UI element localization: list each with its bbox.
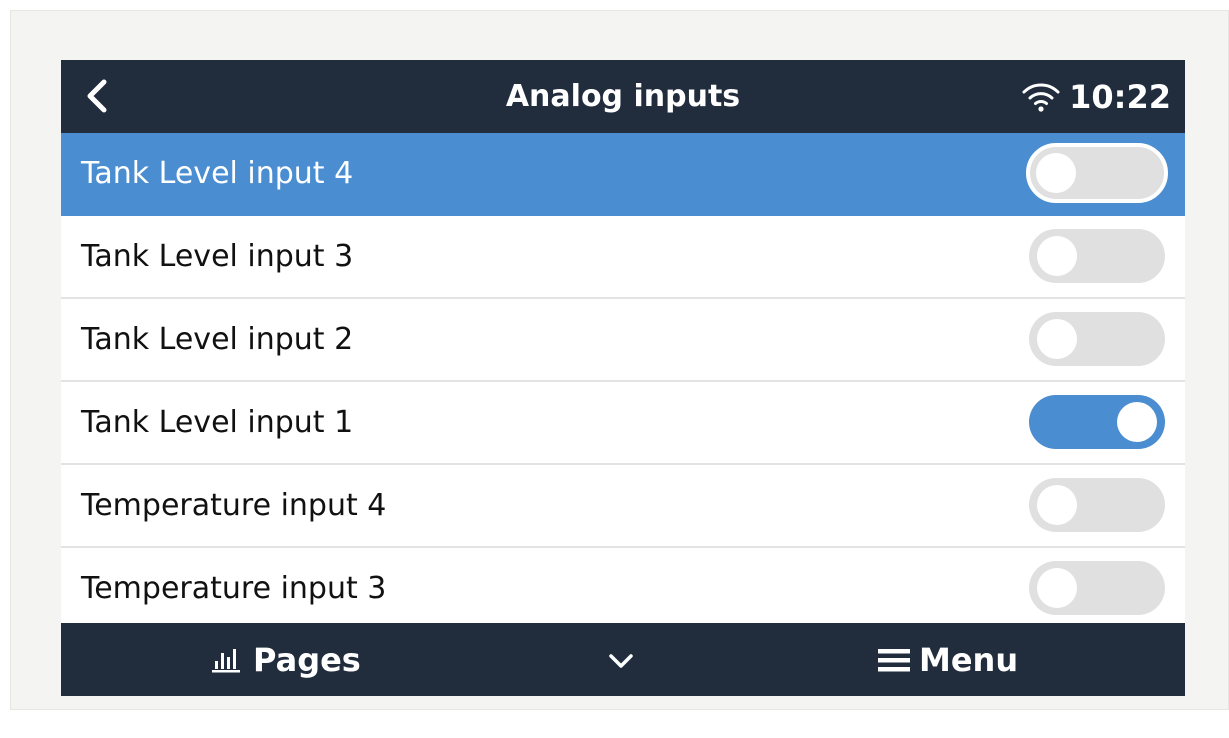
toggle-knob (1037, 568, 1077, 608)
enable-toggle[interactable] (1029, 561, 1165, 615)
status-area: 10:22 (1021, 60, 1171, 133)
menu-button[interactable]: Menu (877, 623, 1018, 696)
analog-input-list: Tank Level input 4 Tank Level input 3 Ta… (61, 133, 1185, 631)
list-item[interactable]: Tank Level input 3 (61, 216, 1185, 299)
enable-toggle[interactable] (1029, 478, 1165, 532)
enable-toggle[interactable] (1029, 229, 1165, 283)
list-item-label: Temperature input 4 (81, 488, 387, 523)
toggle-knob (1037, 319, 1077, 359)
bar-chart-icon (212, 648, 240, 672)
scroll-down-button[interactable] (599, 641, 643, 681)
list-item-label: Temperature input 3 (81, 571, 387, 606)
toggle-knob (1117, 402, 1157, 442)
pages-button[interactable]: Pages (211, 623, 361, 696)
pages-label: Pages (253, 640, 361, 679)
chevron-down-icon (609, 654, 633, 668)
toggle-knob (1037, 236, 1077, 276)
list-item-label: Tank Level input 4 (81, 156, 354, 191)
wifi-icon (1022, 82, 1060, 112)
list-item[interactable]: Temperature input 4 (61, 465, 1185, 548)
bottom-bar: Pages Menu (61, 623, 1185, 696)
list-item-label: Tank Level input 1 (81, 405, 354, 440)
list-item[interactable]: Tank Level input 2 (61, 299, 1185, 382)
list-item[interactable]: Tank Level input 1 (61, 382, 1185, 465)
title-bar: Analog inputs 10:22 (61, 60, 1185, 133)
enable-toggle[interactable] (1029, 395, 1165, 449)
menu-label: Menu (919, 640, 1019, 679)
enable-toggle[interactable] (1029, 312, 1165, 366)
clock: 10:22 (1069, 77, 1171, 116)
list-item-label: Tank Level input 2 (81, 322, 354, 357)
list-item[interactable]: Tank Level input 4 (61, 133, 1185, 216)
page-title: Analog inputs (505, 79, 741, 114)
list-item-label: Tank Level input 3 (81, 239, 354, 274)
list-item[interactable]: Temperature input 3 (61, 548, 1185, 631)
enable-toggle[interactable] (1026, 143, 1168, 203)
hamburger-menu-icon (878, 648, 910, 671)
toggle-knob (1037, 485, 1077, 525)
toggle-knob (1036, 153, 1076, 193)
device-screen: Analog inputs 10:22 Tank Level input 4 T… (61, 60, 1185, 696)
